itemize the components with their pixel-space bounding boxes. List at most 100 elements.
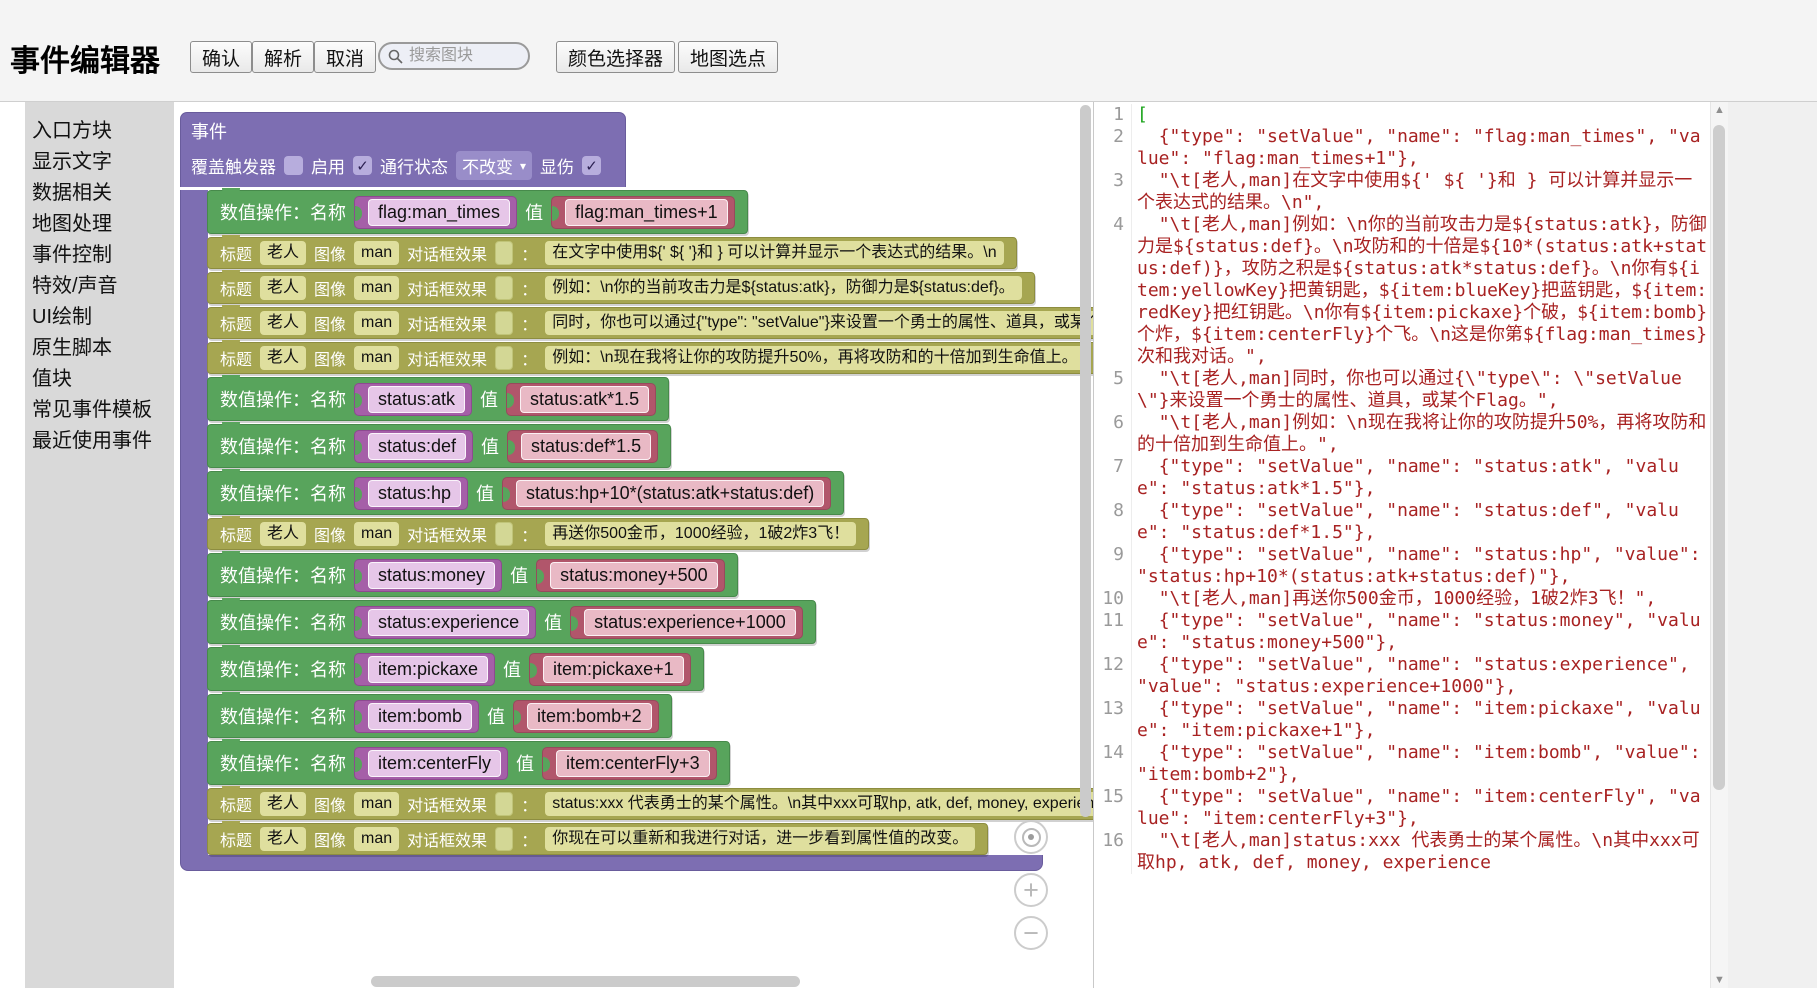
event-block-header[interactable]: 事件 覆盖触发器启用✓通行状态不改变▾显伤✓ [180, 112, 626, 187]
code-text[interactable]: {"type": "setValue", "name": "status:mon… [1132, 610, 1710, 654]
scroll-down-icon[interactable]: ▼ [1711, 974, 1728, 986]
image-field[interactable]: man [354, 276, 399, 300]
code-scrollbar-thumb[interactable] [1713, 125, 1725, 790]
speaker-field[interactable]: 老人 [260, 522, 306, 546]
dialog-effect-checkbox[interactable] [495, 346, 513, 370]
dialog-effect-checkbox[interactable] [495, 276, 513, 300]
speaker-field[interactable]: 老人 [260, 241, 306, 265]
speaker-field[interactable]: 老人 [260, 346, 306, 370]
image-field[interactable]: man [354, 346, 399, 370]
pass-state-dropdown[interactable]: 不改变▾ [456, 151, 532, 180]
code-scrollbar[interactable]: ▲ ▼ [1710, 102, 1728, 988]
name-field[interactable]: item:centerFly [368, 750, 501, 777]
name-field[interactable]: status:experience [368, 609, 529, 636]
confirm-button[interactable]: 确认 [190, 41, 252, 73]
value-expression-slot[interactable]: item:centerFly+3 [542, 747, 717, 780]
event-block[interactable]: 事件 覆盖触发器启用✓通行状态不改变▾显伤✓ 数值操作：名称flag:man_t… [180, 112, 1093, 871]
name-field[interactable]: status:money [368, 562, 495, 589]
code-text[interactable]: "\t[老人,man]例如：\n你的当前攻击力是${status:atk}，防御… [1132, 214, 1710, 368]
name-field[interactable]: status:def [368, 433, 466, 460]
code-text[interactable]: {"type": "setValue", "name": "item:picka… [1132, 698, 1710, 742]
dialog-effect-checkbox[interactable] [495, 311, 513, 335]
code-text[interactable]: {"type": "setValue", "name": "item:cente… [1132, 786, 1710, 830]
code-text[interactable]: {"type": "setValue", "name": "status:def… [1132, 500, 1710, 544]
sidebar-item[interactable]: 地图处理 [25, 209, 174, 240]
code-text[interactable]: "\t[老人,man]同时，你也可以通过{\"type\": \"setValu… [1132, 368, 1710, 412]
scroll-up-icon[interactable]: ▲ [1711, 104, 1728, 116]
code-text[interactable]: [ [1132, 104, 1710, 126]
sidebar-item[interactable]: 入口方块 [25, 116, 174, 147]
search-input[interactable] [407, 46, 511, 66]
code-text[interactable]: {"type": "setValue", "name": "status:exp… [1132, 654, 1710, 698]
name-value-slot[interactable]: status:experience [354, 606, 536, 639]
set-value-block[interactable]: 数值操作：名称item:pickaxe值item:pickaxe+1 [207, 647, 704, 691]
set-value-block[interactable]: 数值操作：名称status:atk值status:atk*1.5 [207, 377, 669, 421]
dialog-effect-checkbox[interactable] [495, 241, 513, 265]
sidebar-item[interactable]: 原生脚本 [25, 333, 174, 364]
speaker-field[interactable]: 老人 [260, 276, 306, 300]
dialog-effect-checkbox[interactable] [495, 792, 513, 816]
dialog-effect-checkbox[interactable] [495, 522, 513, 546]
name-value-slot[interactable]: item:centerFly [354, 747, 508, 780]
image-field[interactable]: man [354, 522, 399, 546]
blockly-workspace[interactable]: 事件 覆盖触发器启用✓通行状态不改变▾显伤✓ 数值操作：名称flag:man_t… [174, 102, 1093, 988]
text-block[interactable]: 标题老人图像man对话框效果：例如：\n现在我将让你的攻防提升50%，再将攻防和… [207, 342, 1093, 374]
code-text[interactable]: {"type": "setValue", "name": "flag:man_t… [1132, 126, 1710, 170]
value-expression-slot[interactable]: status:hp+10*(status:atk+status:def) [502, 477, 831, 510]
text-field[interactable]: 同时，你也可以通过{"type": "setValue"}来设置一个勇士的属性、… [545, 311, 1093, 335]
value-field[interactable]: status:hp+10*(status:atk+status:def) [516, 480, 824, 507]
name-value-slot[interactable]: status:hp [354, 477, 468, 510]
set-value-block[interactable]: 数值操作：名称flag:man_times值flag:man_times+1 [207, 190, 748, 234]
speaker-field[interactable]: 老人 [260, 792, 306, 816]
image-field[interactable]: man [354, 792, 399, 816]
text-block[interactable]: 标题老人图像man对话框效果：在文字中使用${' ${ '}和 } 可以计算并显… [207, 237, 1017, 269]
enabled-checkbox[interactable]: ✓ [353, 156, 372, 175]
text-field[interactable]: status:xxx 代表勇士的某个属性。\n其中xxx可取hp, atk, d… [545, 792, 1093, 816]
set-value-block[interactable]: 数值操作：名称item:bomb值item:bomb+2 [207, 694, 672, 738]
code-text[interactable]: "\t[老人,man]在文字中使用${' ${ '}和 } 可以计算并显示一个表… [1132, 170, 1710, 214]
value-field[interactable]: flag:man_times+1 [565, 199, 728, 226]
color-picker-button[interactable]: 颜色选择器 [556, 41, 675, 73]
cancel-button[interactable]: 取消 [314, 41, 376, 73]
sidebar-item[interactable]: 常见事件模板 [25, 395, 174, 426]
zoom-reset-button[interactable] [1014, 820, 1048, 854]
text-field[interactable]: 例如：\n现在我将让你的攻防提升50%，再将攻防和的十倍加到生命值上。 [545, 346, 1084, 370]
name-value-slot[interactable]: flag:man_times [354, 196, 517, 229]
code-text[interactable]: {"type": "setValue", "name": "status:hp"… [1132, 544, 1710, 588]
code-editor[interactable]: 1[2 {"type": "setValue", "name": "flag:m… [1093, 102, 1710, 988]
set-value-block[interactable]: 数值操作：名称item:centerFly值item:centerFly+3 [207, 741, 730, 785]
text-field[interactable]: 你现在可以重新和我进行对话，进一步看到属性值的改变。 [545, 827, 975, 851]
name-value-slot[interactable]: item:bomb [354, 700, 479, 733]
name-field[interactable]: status:hp [368, 480, 461, 507]
set-value-block[interactable]: 数值操作：名称status:hp值status:hp+10*(status:at… [207, 471, 844, 515]
value-expression-slot[interactable]: flag:man_times+1 [551, 196, 735, 229]
zoom-in-button[interactable]: + [1014, 873, 1048, 907]
override-trigger-checkbox[interactable] [284, 156, 303, 175]
sidebar-item[interactable]: 特效/声音 [25, 271, 174, 302]
value-field[interactable]: status:money+500 [550, 562, 718, 589]
name-value-slot[interactable]: status:def [354, 430, 473, 463]
name-value-slot[interactable]: item:pickaxe [354, 653, 495, 686]
value-field[interactable]: item:centerFly+3 [556, 750, 710, 777]
name-field[interactable]: item:bomb [368, 703, 472, 730]
text-field[interactable]: 例如：\n你的当前攻击力是${status:atk}，防御力是${status:… [545, 276, 1021, 300]
name-value-slot[interactable]: status:money [354, 559, 502, 592]
code-text[interactable]: {"type": "setValue", "name": "status:atk… [1132, 456, 1710, 500]
text-block[interactable]: 标题老人图像man对话框效果：再送你500金币，1000经验，1破2炸3飞！ [207, 518, 869, 550]
zoom-out-button[interactable]: − [1014, 916, 1048, 950]
image-field[interactable]: man [354, 241, 399, 265]
workspace-vertical-scrollbar[interactable] [1080, 105, 1091, 817]
value-expression-slot[interactable]: status:experience+1000 [570, 606, 803, 639]
name-field[interactable]: item:pickaxe [368, 656, 488, 683]
sidebar-item[interactable]: 事件控制 [25, 240, 174, 271]
set-value-block[interactable]: 数值操作：名称status:money值status:money+500 [207, 553, 738, 597]
text-field[interactable]: 再送你500金币，1000经验，1破2炸3飞！ [545, 522, 856, 546]
set-value-block[interactable]: 数值操作：名称status:experience值status:experien… [207, 600, 816, 644]
search-box[interactable] [378, 42, 530, 70]
text-block[interactable]: 标题老人图像man对话框效果：同时，你也可以通过{"type": "setVal… [207, 307, 1093, 339]
value-field[interactable]: status:def*1.5 [521, 433, 651, 460]
value-field[interactable]: status:experience+1000 [584, 609, 796, 636]
value-field[interactable]: item:bomb+2 [527, 703, 652, 730]
code-text[interactable]: "\t[老人,man]再送你500金币，1000经验，1破2炸3飞！", [1132, 588, 1710, 610]
map-pick-button[interactable]: 地图选点 [678, 41, 778, 73]
